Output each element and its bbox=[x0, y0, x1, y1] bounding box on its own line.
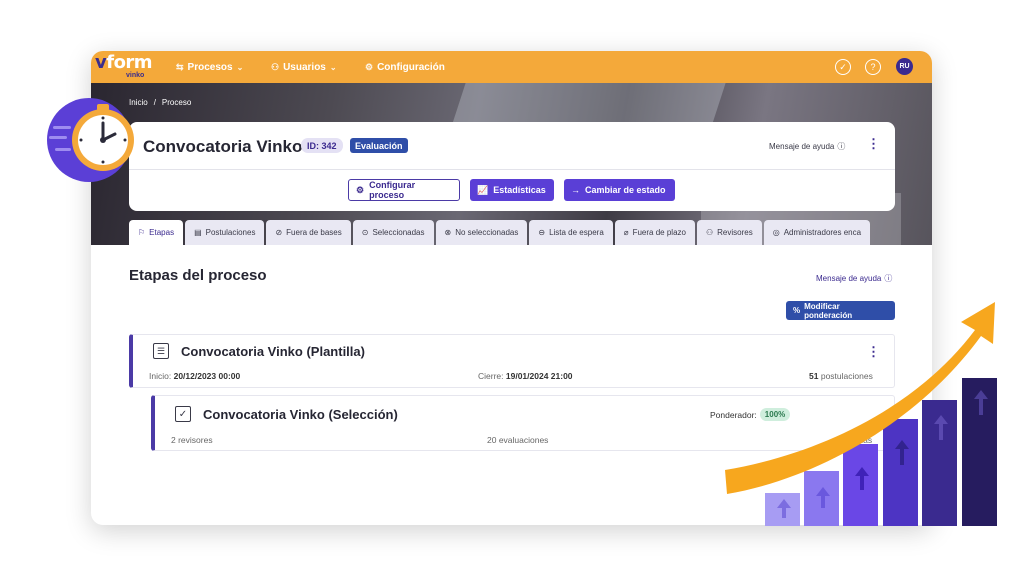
selection-title: Convocatoria Vinko (Selección) bbox=[203, 407, 398, 422]
change-state-label: Cambiar de estado bbox=[585, 185, 666, 195]
arrow-right-icon: → bbox=[571, 185, 580, 195]
ban-icon: ⊘ bbox=[275, 228, 283, 237]
section-help-label: Mensaje de ayuda bbox=[816, 274, 882, 283]
tab-label: Postulaciones bbox=[205, 228, 256, 237]
list-icon: ☰ bbox=[153, 343, 169, 359]
clock-off-icon: ⌀ bbox=[623, 228, 629, 237]
clock-dots-icon: ⊖ bbox=[538, 228, 546, 237]
nav-usuarios-label: Usuarios bbox=[283, 61, 326, 73]
logo-v: v bbox=[95, 52, 107, 73]
breadcrumb-separator: / bbox=[153, 98, 156, 107]
flag-icon: ⚐ bbox=[138, 228, 146, 237]
growth-bar-4 bbox=[883, 419, 918, 526]
nav-procesos[interactable]: ⇆ Procesos ⌄ bbox=[176, 51, 243, 83]
vform-logo[interactable]: vform vinko bbox=[95, 52, 153, 80]
tab-no-seleccionadas[interactable]: ⊗ No seleccionadas bbox=[435, 220, 528, 245]
reviewers-icon: ⚇ bbox=[705, 228, 714, 237]
change-state-button[interactable]: → Cambiar de estado bbox=[564, 179, 675, 201]
tab-label: Lista de espera bbox=[549, 228, 604, 237]
x-circle-icon: ⊗ bbox=[444, 228, 452, 237]
info-icon: ⓘ bbox=[837, 142, 846, 151]
admin-icon: ◎ bbox=[772, 228, 780, 237]
tab-administradores[interactable]: ◎ Administradores enca bbox=[763, 220, 871, 245]
chevron-down-icon: ⌄ bbox=[329, 62, 337, 72]
chart-icon: 📈 bbox=[477, 184, 489, 195]
stage-start: Inicio: 20/12/2023 00:00 bbox=[149, 371, 240, 381]
nav-procesos-label: Procesos bbox=[187, 61, 233, 73]
evaluations-count: 20 evaluaciones bbox=[487, 435, 549, 445]
tab-label: Etapas bbox=[149, 228, 175, 237]
nav-configuracion[interactable]: ⚙ Configuración bbox=[365, 51, 445, 83]
section-title: Etapas del proceso bbox=[129, 267, 267, 284]
help-message-label: Mensaje de ayuda bbox=[769, 142, 835, 151]
tab-label: No seleccionadas bbox=[455, 228, 519, 237]
avatar[interactable]: RU bbox=[896, 58, 913, 75]
stopwatch-icon bbox=[47, 98, 134, 182]
list-icon: ▤ bbox=[194, 228, 202, 237]
reviewers-count: 2 revisores bbox=[171, 435, 213, 445]
users-icon: ⚇ bbox=[271, 61, 280, 72]
page-title: Convocatoria Vinko bbox=[143, 137, 303, 156]
process-header-card: Convocatoria Vinko ID: 342 Evaluación Me… bbox=[129, 122, 895, 211]
tab-label: Administradores enca bbox=[783, 228, 862, 237]
breadcrumb-current: Proceso bbox=[161, 98, 192, 107]
statistics-label: Estadísticas bbox=[493, 185, 546, 195]
start-value: 20/12/2023 00:00 bbox=[173, 371, 241, 381]
tab-label: Fuera de plazo bbox=[632, 228, 686, 237]
clipboard-check-icon: ✓ bbox=[175, 406, 191, 422]
tab-postulaciones[interactable]: ▤ Postulaciones bbox=[185, 220, 265, 245]
process-icon: ⇆ bbox=[176, 61, 184, 72]
status-badge: Evaluación bbox=[350, 138, 408, 153]
statistics-button[interactable]: 📈 Estadísticas bbox=[470, 179, 554, 201]
chevron-down-icon: ⌄ bbox=[236, 62, 244, 72]
check-circle-icon: ⊙ bbox=[361, 228, 369, 237]
breadcrumb: Inicio / Proceso bbox=[129, 98, 191, 107]
tab-label: Fuera de bases bbox=[286, 228, 342, 237]
nav-configuracion-label: Configuración bbox=[377, 61, 445, 73]
close-label: Cierre: bbox=[478, 371, 504, 381]
stage-close: Cierre: 19/01/2024 21:00 bbox=[478, 371, 573, 381]
tab-fuera-de-plazo[interactable]: ⌀ Fuera de plazo bbox=[614, 220, 695, 245]
card-divider bbox=[129, 169, 895, 170]
help-icon[interactable]: ? bbox=[865, 59, 881, 75]
kebab-menu-icon[interactable]: ⋮ bbox=[867, 137, 880, 150]
tab-label: Seleccionadas bbox=[372, 228, 425, 237]
configure-process-button[interactable]: ⚙ Configurar proceso bbox=[348, 179, 460, 201]
top-navbar: vform vinko ⇆ Procesos ⌄ ⚇ Usuarios ⌄ ⚙ … bbox=[91, 51, 932, 83]
stage-title: Convocatoria Vinko (Plantilla) bbox=[181, 344, 365, 359]
configure-process-label: Configurar proceso bbox=[369, 180, 416, 200]
screenshot-canvas: vform vinko ⇆ Procesos ⌄ ⚇ Usuarios ⌄ ⚙ … bbox=[0, 0, 1024, 577]
id-badge: ID: 342 bbox=[301, 138, 343, 153]
gear-icon: ⚙ bbox=[356, 184, 365, 195]
gear-icon: ⚙ bbox=[365, 61, 374, 72]
tab-lista-de-espera[interactable]: ⊖ Lista de espera bbox=[529, 220, 613, 245]
process-tabs: ⚐ Etapas ▤ Postulaciones ⊘ Fuera de bases ⊙… bbox=[129, 220, 895, 245]
nav-usuarios[interactable]: ⚇ Usuarios ⌄ bbox=[271, 51, 337, 83]
tab-etapas[interactable]: ⚐ Etapas bbox=[129, 220, 184, 245]
growth-bars-illustration bbox=[725, 302, 997, 526]
close-value: 19/01/2024 21:00 bbox=[505, 371, 573, 381]
help-message-link[interactable]: Mensaje de ayuda ⓘ bbox=[769, 141, 845, 152]
tab-fuera-de-bases[interactable]: ⊘ Fuera de bases bbox=[266, 220, 351, 245]
tab-revisores[interactable]: ⚇ Revisores bbox=[696, 220, 762, 245]
start-label: Inicio: bbox=[149, 371, 172, 381]
logo-form: form bbox=[106, 52, 153, 73]
check-circle-icon[interactable]: ✓ bbox=[835, 59, 851, 75]
section-help-link[interactable]: Mensaje de ayuda ⓘ bbox=[816, 273, 892, 284]
tab-label: Revisores bbox=[717, 228, 753, 237]
tab-seleccionadas[interactable]: ⊙ Seleccionadas bbox=[352, 220, 434, 245]
logo-sub: vinko bbox=[126, 72, 145, 79]
info-icon: ⓘ bbox=[884, 274, 893, 283]
